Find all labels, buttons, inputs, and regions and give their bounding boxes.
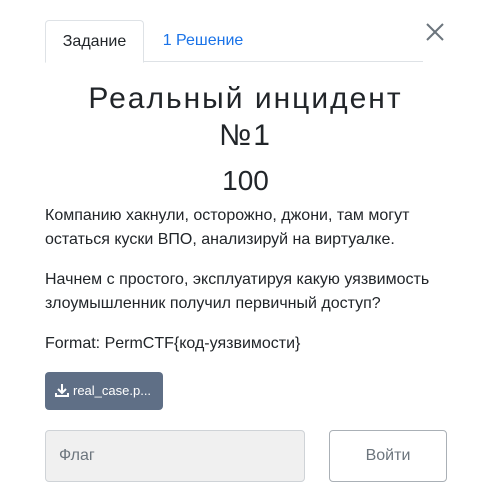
tab-solutions[interactable]: 1 Решение bbox=[151, 20, 255, 62]
download-file-name: real_case.p... bbox=[73, 383, 152, 398]
challenge-tabs: Задание 1 Решение bbox=[45, 20, 423, 63]
challenge-format: Format: PermCTF{код-уязвимости} bbox=[45, 335, 301, 352]
download-icon bbox=[55, 384, 69, 397]
flag-input[interactable] bbox=[45, 430, 305, 482]
challenge-title-line2: №1 bbox=[219, 119, 272, 152]
challenge-value: 100 bbox=[222, 165, 269, 196]
challenge-description-1: Компанию хакнули, осторожно, джони, там … bbox=[45, 207, 410, 248]
challenge-title: Реальный инцидент №1 bbox=[45, 80, 446, 154]
challenge-title-line1: Реальный инцидент bbox=[88, 82, 403, 115]
submit-button[interactable]: Войти bbox=[329, 430, 447, 482]
close-icon[interactable] bbox=[424, 21, 446, 43]
challenge-description-2: Начнем с простого, эксплуатируя какую уя… bbox=[45, 271, 430, 312]
download-file-button[interactable]: real_case.p... bbox=[45, 372, 163, 410]
tab-challenge[interactable]: Задание bbox=[45, 20, 144, 63]
